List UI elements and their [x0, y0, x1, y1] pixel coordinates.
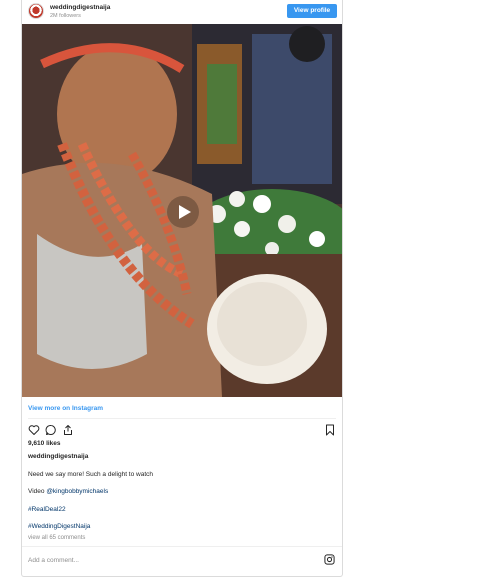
like-count: 9,610 likes [28, 440, 61, 447]
view-all-comments-link[interactable]: view all 65 comments [28, 535, 85, 541]
account-username[interactable]: weddingdigestnaija [50, 4, 110, 11]
view-profile-button[interactable]: View profile [287, 4, 337, 18]
caption-text: Need we say more! Such a delight to watc… [28, 471, 154, 478]
heart-icon[interactable] [28, 424, 40, 436]
caption-username[interactable]: weddingdigestnaija [28, 453, 88, 460]
mention-link[interactable]: @kingbobbymichaels [46, 488, 108, 495]
add-comment-bar: Add a comment... [22, 546, 342, 577]
instagram-embed-card: weddingdigestnaija 2M followers View pro… [21, 0, 343, 577]
caption-credit-prefix: Video [28, 488, 47, 495]
hashtag-link[interactable]: #RealDeal22 [28, 506, 66, 513]
play-icon[interactable] [166, 195, 200, 229]
caption-credit: Video @kingbobbymichaels [28, 488, 108, 495]
post-header: weddingdigestnaija 2M followers View pro… [22, 0, 342, 24]
view-more-on-instagram-link[interactable]: View more on Instagram [28, 405, 103, 412]
hashtag-link[interactable]: #WeddingDigestNaija [28, 523, 90, 530]
post-video[interactable] [22, 24, 342, 397]
divider [28, 418, 336, 419]
add-comment-input[interactable]: Add a comment... [28, 557, 79, 564]
share-icon[interactable] [62, 424, 74, 436]
follower-count: 2M followers [50, 13, 81, 19]
profile-avatar[interactable] [28, 3, 44, 19]
bookmark-icon[interactable] [324, 424, 336, 436]
instagram-icon[interactable] [324, 554, 335, 565]
comment-icon[interactable] [45, 424, 57, 436]
